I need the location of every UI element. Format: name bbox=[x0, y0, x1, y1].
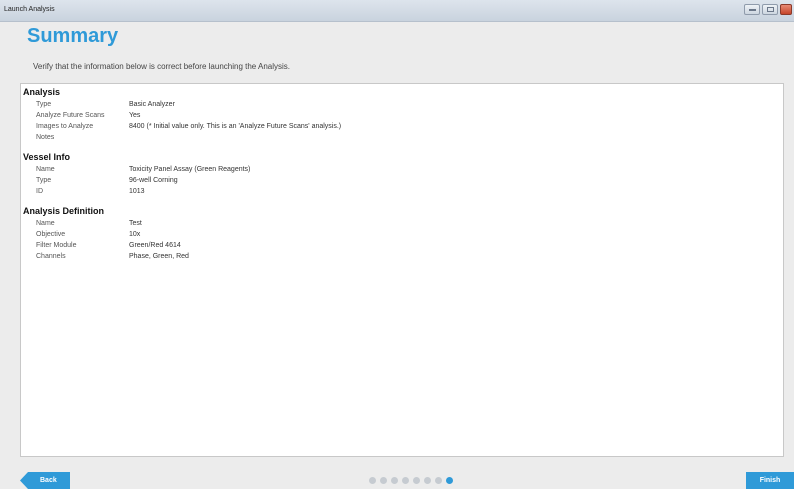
row-label: Channels bbox=[36, 253, 66, 260]
step-dot bbox=[413, 477, 420, 484]
window-title: Launch Analysis bbox=[4, 6, 55, 13]
minimize-button[interactable] bbox=[744, 4, 760, 15]
section-title: Analysis Definition bbox=[23, 206, 105, 216]
row-value: Test bbox=[129, 220, 142, 227]
step-dot bbox=[391, 477, 398, 484]
back-button[interactable]: Back bbox=[20, 472, 70, 489]
row-label: Analyze Future Scans bbox=[36, 112, 105, 119]
row-label: Filter Module bbox=[36, 242, 77, 249]
row-label: ID bbox=[36, 188, 43, 195]
info-row: Filter Module Green/Red 4614 bbox=[23, 240, 783, 251]
maximize-icon bbox=[767, 7, 774, 12]
maximize-button[interactable] bbox=[762, 4, 778, 15]
info-row: Images to Analyze 8400 (* Initial value o… bbox=[23, 121, 783, 132]
info-row: Type 96-well Corning bbox=[23, 175, 783, 186]
step-dot bbox=[369, 477, 376, 484]
step-dot bbox=[435, 477, 442, 484]
section-title: Analysis bbox=[23, 87, 61, 97]
info-row: Notes bbox=[23, 132, 783, 143]
section-vessel-info: Vessel Info Name Toxicity Panel Assay (Gr… bbox=[23, 152, 783, 197]
step-dot-active bbox=[446, 477, 453, 484]
summary-panel: Analysis Type Basic Analyzer Analyze Futu… bbox=[20, 83, 784, 457]
row-value: 8400 (* Initial value only. This is an '… bbox=[129, 123, 342, 130]
row-value: Toxicity Panel Assay (Green Reagents) bbox=[129, 166, 251, 173]
row-value: Green/Red 4614 bbox=[129, 242, 181, 249]
title-bar: Launch Analysis bbox=[0, 0, 794, 22]
row-label: Name bbox=[36, 220, 55, 227]
close-button[interactable] bbox=[780, 4, 792, 15]
row-value: 96-well Corning bbox=[129, 177, 178, 184]
row-value: Yes bbox=[129, 112, 141, 119]
row-label: Objective bbox=[36, 231, 66, 238]
info-row: Channels Phase, Green, Red bbox=[23, 251, 783, 262]
info-row: ID 1013 bbox=[23, 186, 783, 197]
finish-button[interactable]: Finish bbox=[746, 472, 794, 489]
page-title: Summary bbox=[27, 25, 119, 47]
row-label: Notes bbox=[36, 134, 55, 141]
row-value: Phase, Green, Red bbox=[129, 253, 189, 260]
row-label: Type bbox=[36, 177, 52, 184]
row-label: Images to Analyze bbox=[36, 123, 94, 130]
step-dot bbox=[402, 477, 409, 484]
info-row: Objective 10x bbox=[23, 229, 783, 240]
step-dot bbox=[380, 477, 387, 484]
section-title: Vessel Info bbox=[23, 152, 71, 162]
row-label: Name bbox=[36, 166, 55, 173]
section-analysis-definition: Analysis Definition Name Test Objective 10… bbox=[23, 206, 783, 262]
info-row: Analyze Future Scans Yes bbox=[23, 110, 783, 121]
row-value: Basic Analyzer bbox=[129, 101, 175, 108]
section-analysis: Analysis Type Basic Analyzer Analyze Futu… bbox=[23, 87, 783, 143]
minimize-icon bbox=[749, 9, 756, 11]
info-row: Type Basic Analyzer bbox=[23, 99, 783, 110]
step-dot bbox=[424, 477, 431, 484]
row-value: 10x bbox=[129, 231, 141, 238]
info-row: Name Test bbox=[23, 218, 783, 229]
step-indicator bbox=[369, 477, 453, 484]
info-row: Name Toxicity Panel Assay (Green Reagents… bbox=[23, 164, 783, 175]
window-controls bbox=[744, 4, 792, 15]
page-subtitle: Verify that the information below is cor… bbox=[33, 62, 291, 71]
row-label: Type bbox=[36, 101, 52, 108]
row-value: 1013 bbox=[129, 188, 145, 195]
